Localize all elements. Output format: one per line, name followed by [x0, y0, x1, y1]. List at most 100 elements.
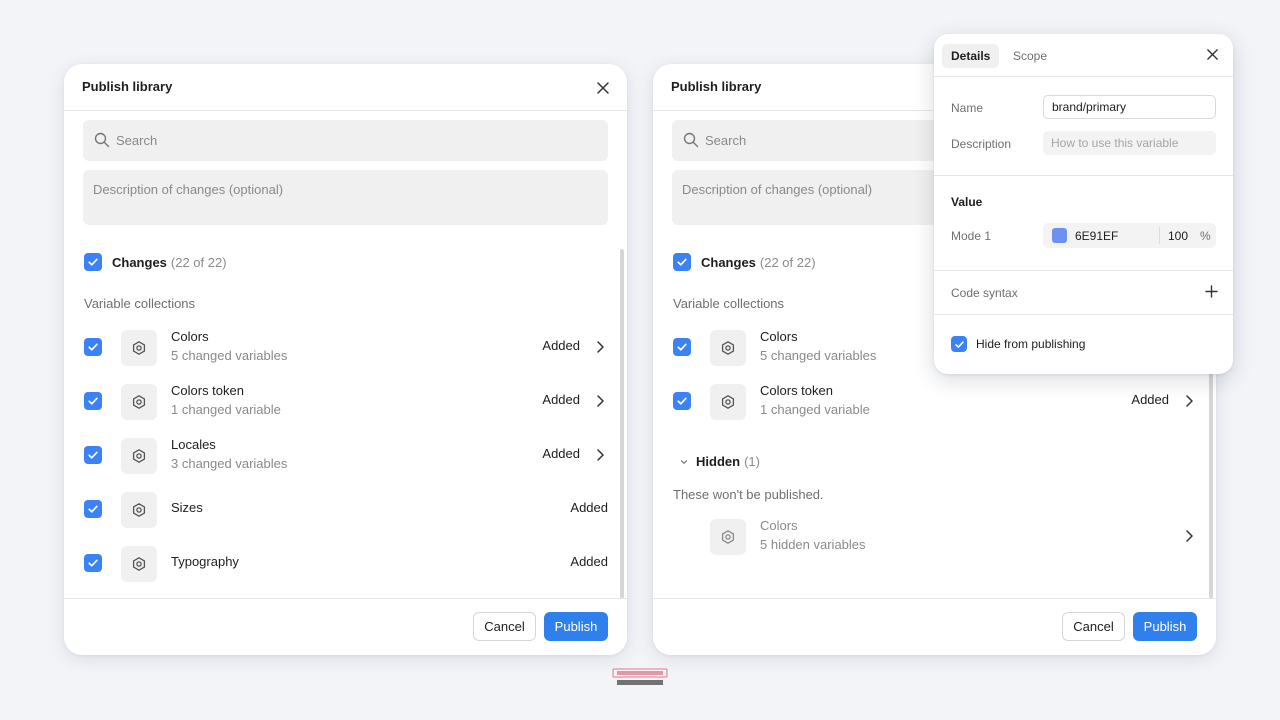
cancel-button[interactable]: Cancel — [1062, 612, 1125, 641]
changes-label: Changes — [701, 254, 756, 270]
dialog-footer: Cancel Publish — [64, 598, 627, 655]
collection-status: Added — [542, 338, 580, 353]
collection-icon — [121, 492, 157, 528]
collection-status: Added — [1131, 392, 1169, 407]
collection-icon — [710, 519, 746, 555]
code-syntax-label: Code syntax — [951, 286, 1018, 300]
chevron-right-icon[interactable] — [594, 448, 606, 462]
collection-checkbox[interactable] — [84, 338, 102, 356]
search-field[interactable] — [83, 120, 608, 161]
collection-name: Colors token — [760, 383, 833, 398]
variable-collections-heading: Variable collections — [673, 296, 785, 311]
hex-value[interactable]: 6E91EF — [1075, 229, 1118, 243]
hide-from-publishing-checkbox[interactable] — [951, 336, 967, 352]
watermark-logo — [612, 668, 668, 685]
changes-count: (22 of 22) — [759, 254, 816, 270]
changes-row: Changes (22 of 22) — [84, 252, 227, 272]
description-input[interactable] — [83, 170, 608, 225]
publish-button[interactable]: Publish — [544, 612, 608, 641]
check-icon — [677, 258, 687, 266]
collection-row-colors-token[interactable]: Colors token 1 changed variable Added — [673, 382, 1197, 420]
collection-subtitle: 5 hidden variables — [760, 537, 866, 552]
hidden-label: Hidden — [696, 454, 741, 469]
collection-name: Typography — [171, 554, 239, 569]
chevron-right-icon[interactable] — [1183, 394, 1195, 408]
search-input[interactable] — [116, 120, 596, 161]
publish-library-dialog: Publish library Changes (22 of 22) Varia… — [64, 64, 627, 655]
collection-row-locales[interactable]: Locales 3 changed variables Added — [84, 436, 608, 474]
collection-checkbox[interactable] — [673, 392, 691, 410]
collection-subtitle: 5 changed variables — [171, 348, 288, 363]
collection-row-typography[interactable]: Typography Added — [84, 544, 608, 582]
hidden-collection-row[interactable]: Colors 5 hidden variables — [673, 517, 1197, 555]
check-icon — [677, 343, 687, 351]
chevron-right-icon[interactable] — [594, 340, 606, 354]
name-label: Name — [951, 101, 984, 115]
check-icon — [88, 343, 98, 351]
collection-icon — [710, 330, 746, 366]
collection-status: Added — [570, 500, 608, 515]
hidden-note: These won't be published. — [673, 487, 824, 502]
search-icon — [683, 132, 699, 148]
color-value-field[interactable]: 6E91EF 100 % — [1043, 223, 1216, 248]
check-icon — [88, 559, 98, 567]
tab-details[interactable]: Details — [942, 44, 1000, 68]
hide-from-publishing-row[interactable]: Hide from publishing — [951, 336, 1085, 352]
changes-checkbox[interactable] — [673, 253, 691, 271]
divider — [934, 314, 1233, 315]
collection-status: Added — [542, 446, 580, 461]
check-icon — [677, 397, 687, 405]
collection-icon — [121, 438, 157, 474]
collection-checkbox[interactable] — [84, 554, 102, 572]
collection-subtitle: 1 changed variable — [760, 402, 870, 417]
chevron-right-icon[interactable] — [594, 394, 606, 408]
collection-checkbox[interactable] — [84, 392, 102, 410]
divider — [1159, 227, 1160, 244]
hidden-section-toggle[interactable]: Hidden (1) — [679, 454, 760, 469]
hidden-count: (1) — [744, 454, 760, 469]
popover-close-button[interactable] — [1206, 48, 1219, 66]
collection-checkbox[interactable] — [673, 338, 691, 356]
collection-row-colors[interactable]: Colors 5 changed variables Added — [84, 328, 608, 366]
close-icon — [1207, 49, 1218, 60]
cancel-button[interactable]: Cancel — [473, 612, 536, 641]
check-icon — [88, 505, 98, 513]
changes-row: Changes (22 of 22) — [673, 252, 816, 272]
collection-icon — [710, 384, 746, 420]
divider — [934, 270, 1233, 271]
tab-scope[interactable]: Scope — [1004, 44, 1056, 68]
value-heading: Value — [951, 195, 983, 209]
color-swatch[interactable] — [1052, 228, 1067, 243]
collection-name: Colors — [760, 518, 798, 533]
collection-name: Locales — [171, 437, 216, 452]
description-field[interactable] — [1043, 131, 1216, 155]
dialog-title: Publish library — [671, 79, 762, 94]
scrollbar[interactable] — [620, 249, 624, 599]
name-field[interactable] — [1043, 95, 1216, 119]
collection-row-sizes[interactable]: Sizes Added — [84, 490, 608, 528]
changes-checkbox[interactable] — [84, 253, 102, 271]
divider — [934, 175, 1233, 176]
hide-from-publishing-label: Hide from publishing — [976, 337, 1086, 351]
publish-button[interactable]: Publish — [1133, 612, 1197, 641]
collection-icon — [121, 384, 157, 420]
dialog-title: Publish library — [82, 79, 173, 94]
variable-details-popover: Details Scope Name Description Value Mod… — [934, 34, 1233, 374]
close-button[interactable] — [593, 78, 613, 98]
collection-name: Colors — [760, 329, 798, 344]
popover-tabs: Details Scope — [934, 34, 1233, 77]
close-icon — [597, 82, 609, 94]
opacity-value[interactable]: 100 — [1168, 229, 1188, 243]
collection-status: Added — [542, 392, 580, 407]
collection-checkbox[interactable] — [84, 446, 102, 464]
collection-subtitle: 5 changed variables — [760, 348, 877, 363]
add-code-syntax-button[interactable] — [1205, 285, 1218, 303]
chevron-right-icon[interactable] — [1183, 529, 1195, 543]
check-icon — [88, 451, 98, 459]
changes-label: Changes — [112, 254, 167, 270]
changes-count: (22 of 22) — [170, 254, 227, 270]
dialog-header: Publish library — [64, 64, 627, 111]
check-icon — [954, 340, 964, 348]
collection-checkbox[interactable] — [84, 500, 102, 518]
collection-row-colors-token[interactable]: Colors token 1 changed variable Added — [84, 382, 608, 420]
